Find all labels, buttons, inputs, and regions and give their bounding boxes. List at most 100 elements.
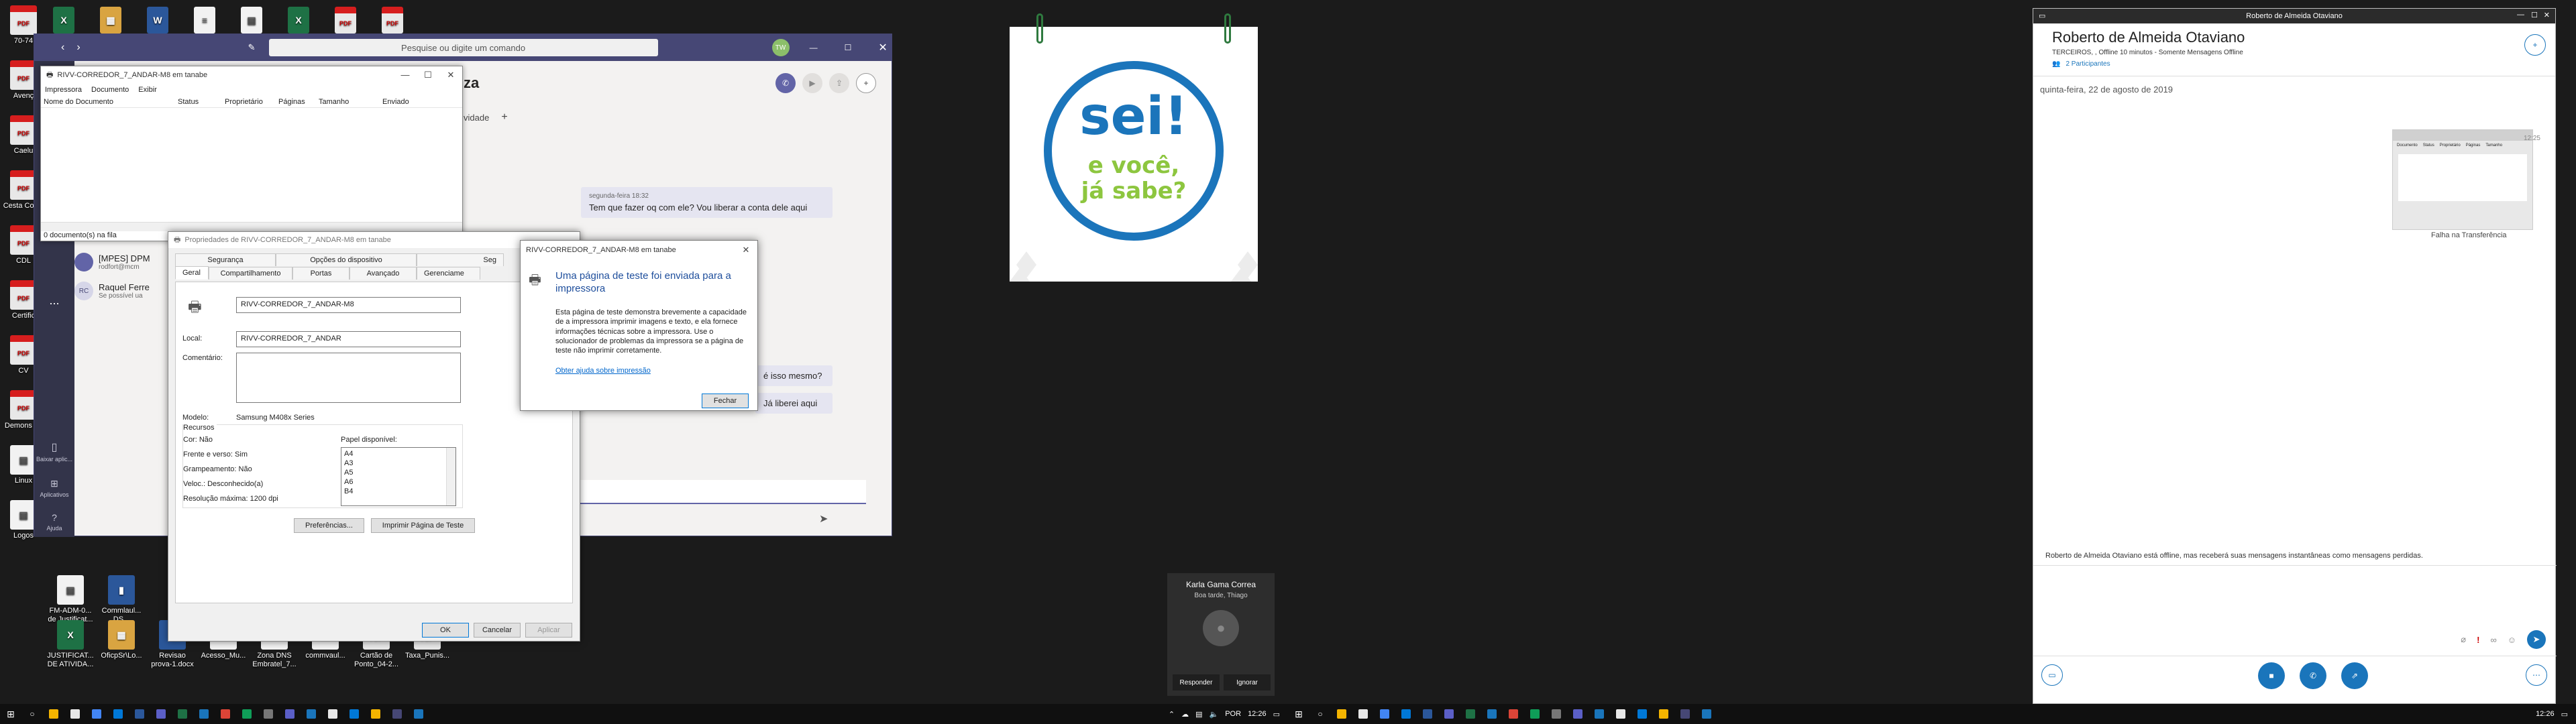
clock[interactable]: 12:26 bbox=[2536, 710, 2555, 718]
notifications-icon[interactable]: ▭ bbox=[2561, 710, 2568, 719]
rail-more[interactable]: ... bbox=[34, 282, 74, 318]
tab-management[interactable]: Gerenciame bbox=[417, 266, 480, 280]
shared-screenshot-thumbnail[interactable]: Documento Status Proprietário Páginas Tamanh… bbox=[2392, 129, 2533, 230]
cloud-icon[interactable]: ☁ bbox=[1181, 710, 1189, 719]
add-people-button[interactable]: + bbox=[856, 73, 876, 93]
taskbar-app-button[interactable] bbox=[1503, 704, 1524, 724]
horizontal-scrollbar[interactable] bbox=[41, 222, 462, 231]
rail-download-apps[interactable]: ▯ Baixar aplic... bbox=[34, 433, 74, 469]
call-button[interactable]: ✆ bbox=[2300, 662, 2326, 689]
paper-list[interactable]: A4 A3 A5 A6 B4 bbox=[341, 447, 456, 506]
forward-arrow-icon[interactable]: › bbox=[76, 42, 80, 54]
send-button[interactable]: ➤ bbox=[2527, 630, 2546, 649]
taskbar-app-button[interactable] bbox=[343, 704, 365, 724]
taskbar-app-button[interactable] bbox=[1395, 704, 1417, 724]
apply-button[interactable]: Aplicar bbox=[525, 623, 572, 638]
send-icon[interactable]: ➤ bbox=[819, 512, 828, 526]
audio-call-button[interactable]: ✆ bbox=[775, 73, 796, 93]
column-submitted[interactable]: Enviado bbox=[382, 98, 436, 106]
ignore-button[interactable]: Ignorar bbox=[1224, 674, 1271, 690]
taskbar-app-button[interactable] bbox=[129, 704, 150, 724]
compose-box[interactable] bbox=[571, 480, 866, 504]
menu-printer[interactable]: Impressora bbox=[45, 86, 82, 94]
taskbar-app-button[interactable] bbox=[1460, 704, 1481, 724]
excel-file-icon[interactable]: X bbox=[285, 7, 312, 36]
taskbar-app-button[interactable] bbox=[1374, 704, 1395, 724]
minimize-icon[interactable]: — bbox=[2517, 11, 2524, 19]
link-icon[interactable]: ∞ bbox=[2490, 635, 2496, 645]
close-icon[interactable]: ✕ bbox=[2544, 11, 2550, 19]
more-options-button[interactable]: ⋯ bbox=[2526, 664, 2547, 686]
notifications-icon[interactable]: ▭ bbox=[1273, 710, 1280, 719]
taskbar-app-button[interactable] bbox=[43, 704, 64, 724]
tab-ports[interactable]: Portas bbox=[292, 266, 350, 280]
text-file-icon[interactable]: ≡ bbox=[191, 7, 218, 36]
participants-link[interactable]: 👥 2 Participantes bbox=[2052, 60, 2536, 68]
taskbar-app-button[interactable] bbox=[365, 704, 386, 724]
taskbar-app-button[interactable] bbox=[386, 704, 408, 724]
menu-view[interactable]: Exibir bbox=[138, 86, 157, 94]
column-pages[interactable]: Páginas bbox=[278, 98, 319, 106]
video-call-button[interactable]: ▶ bbox=[802, 73, 822, 93]
add-tab-button[interactable]: + bbox=[501, 111, 507, 123]
queue-list[interactable] bbox=[41, 108, 462, 222]
taskbar-app-button[interactable] bbox=[1438, 704, 1460, 724]
taskbar-app-button[interactable] bbox=[408, 704, 429, 724]
printer-name-field[interactable]: RIVV-CORREDOR_7_ANDAR-M8 bbox=[236, 297, 461, 313]
volume-icon[interactable]: 🔈 bbox=[1210, 710, 1219, 719]
teams-search-input[interactable]: Pesquise ou digite um comando bbox=[268, 39, 658, 56]
taskbar-app-button[interactable] bbox=[1610, 704, 1631, 724]
minimize-icon[interactable]: — bbox=[810, 43, 818, 52]
taskbar-app-button[interactable] bbox=[1631, 704, 1653, 724]
minimize-icon[interactable]: — bbox=[394, 70, 417, 80]
location-field[interactable]: RIVV-CORREDOR_7_ANDAR bbox=[236, 331, 461, 347]
taskbar-app-button[interactable] bbox=[1331, 704, 1352, 724]
tab-security[interactable]: Segurança bbox=[175, 253, 276, 266]
taskbar-app-button[interactable] bbox=[86, 704, 107, 724]
archive-file-icon[interactable]: ▦ bbox=[97, 7, 124, 36]
maximize-icon[interactable]: ☐ bbox=[2531, 11, 2538, 19]
taskbar-app-button[interactable] bbox=[301, 704, 322, 724]
excel-file-icon[interactable]: X bbox=[50, 7, 77, 36]
video-button[interactable]: ■ bbox=[2258, 662, 2285, 689]
taskbar-app-button[interactable] bbox=[193, 704, 215, 724]
column-size[interactable]: Tamanho bbox=[319, 98, 382, 106]
preferences-button[interactable]: Preferências... bbox=[294, 518, 364, 533]
taskbar-app-button[interactable] bbox=[1653, 704, 1674, 724]
rail-apps[interactable]: ⊞ Aplicativos bbox=[34, 470, 74, 506]
back-arrow-icon[interactable]: ‹ bbox=[61, 42, 64, 54]
answer-button[interactable]: Responder bbox=[1173, 674, 1220, 690]
user-avatar[interactable]: TW bbox=[771, 39, 790, 56]
taskbar-app-button[interactable] bbox=[1352, 704, 1374, 724]
taskbar-app-button[interactable] bbox=[215, 704, 236, 724]
column-owner[interactable]: Proprietário bbox=[225, 98, 278, 106]
tab-activity[interactable]: vidade bbox=[464, 113, 489, 123]
menu-document[interactable]: Documento bbox=[91, 86, 129, 94]
maximize-icon[interactable]: ☐ bbox=[417, 70, 439, 80]
start-button[interactable]: ⊞ bbox=[0, 704, 21, 724]
add-participant-button[interactable]: + bbox=[2524, 34, 2546, 56]
print-test-page-button[interactable]: Imprimir Página de Teste bbox=[371, 518, 475, 533]
tab-general[interactable]: Geral bbox=[175, 266, 209, 280]
paper-option[interactable]: A5 bbox=[344, 468, 453, 477]
clock[interactable]: 12:26 bbox=[1248, 710, 1267, 718]
close-icon[interactable]: ✕ bbox=[735, 245, 757, 255]
close-button[interactable]: Fechar bbox=[702, 394, 749, 408]
taskbar-app-button[interactable] bbox=[172, 704, 193, 724]
tab-advanced[interactable]: Avançado bbox=[350, 266, 417, 280]
search-button[interactable]: ○ bbox=[1309, 704, 1331, 724]
im-button[interactable]: ▭ bbox=[2041, 664, 2063, 686]
comment-field[interactable] bbox=[236, 353, 461, 403]
close-icon[interactable]: ✕ bbox=[878, 41, 887, 54]
paper-option[interactable]: B4 bbox=[344, 487, 453, 496]
taskbar-app-button[interactable] bbox=[1524, 704, 1546, 724]
attach-icon[interactable]: ⌀ bbox=[2461, 634, 2466, 645]
taskbar-app-button[interactable] bbox=[150, 704, 172, 724]
network-icon[interactable]: ▤ bbox=[1195, 710, 1202, 719]
start-button[interactable]: ⊞ bbox=[1288, 704, 1309, 724]
pdf-file-icon[interactable]: PDF bbox=[332, 7, 359, 36]
maximize-icon[interactable]: ☐ bbox=[845, 43, 852, 52]
taskbar-app-button[interactable] bbox=[1417, 704, 1438, 724]
priority-icon[interactable]: ! bbox=[2477, 635, 2479, 645]
taskbar-app-button[interactable] bbox=[258, 704, 279, 724]
